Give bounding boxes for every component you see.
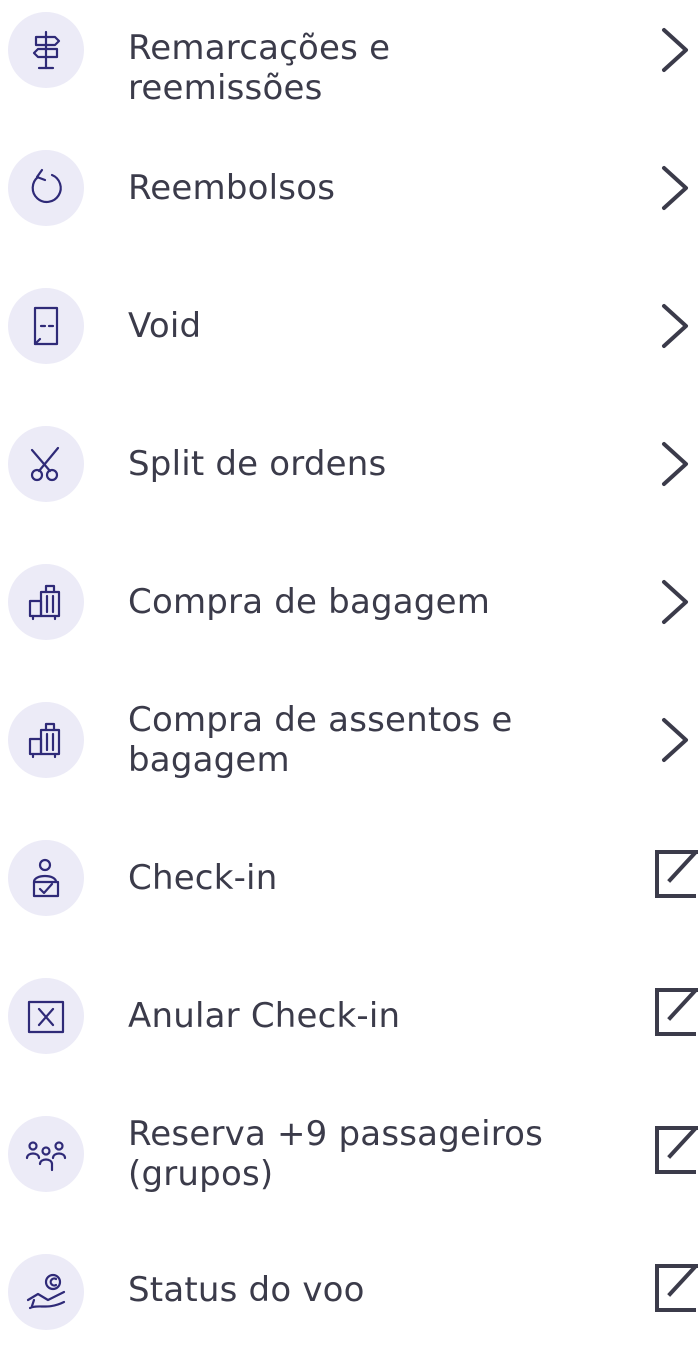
refund-arrow-icon bbox=[8, 150, 84, 226]
menu-item-label: Remarcações e reemissões bbox=[128, 28, 391, 108]
menu-item-compra-assentos-bagagem[interactable]: Compra de assentos e bagagem bbox=[0, 690, 698, 828]
chevron-right-icon bbox=[652, 710, 698, 770]
scissors-icon bbox=[8, 426, 84, 502]
menu-item-label: Void bbox=[128, 306, 202, 346]
menu-item-label: Reserva +9 passageiros (grupos) bbox=[128, 1114, 544, 1194]
menu-item-anular-check-in[interactable]: Anular Check-in bbox=[0, 966, 698, 1104]
chevron-right-icon bbox=[652, 20, 698, 80]
menu-item-void[interactable]: Void bbox=[0, 276, 698, 414]
luggage-icon bbox=[8, 564, 84, 640]
chevron-right-icon bbox=[652, 296, 698, 356]
luggage-icon bbox=[8, 702, 84, 778]
menu-item-label: Anular Check-in bbox=[128, 996, 401, 1036]
flight-status-icon bbox=[8, 1254, 84, 1330]
menu-item-status-voo[interactable]: Status do voo bbox=[0, 1242, 698, 1351]
menu-item-label: Compra de bagagem bbox=[128, 582, 491, 622]
external-link-icon bbox=[652, 980, 698, 1040]
menu-item-reserva-grupos[interactable]: Reserva +9 passageiros (grupos) bbox=[0, 1104, 698, 1242]
menu-item-label: Compra de assentos e bagagem bbox=[128, 700, 513, 780]
menu-item-split-ordens[interactable]: Split de ordens bbox=[0, 414, 698, 552]
void-document-icon bbox=[8, 288, 84, 364]
menu-item-check-in[interactable]: Check-in bbox=[0, 828, 698, 966]
menu-item-reembolsos[interactable]: Reembolsos bbox=[0, 138, 698, 276]
menu-item-label: Status do voo bbox=[128, 1270, 365, 1310]
external-link-icon bbox=[652, 842, 698, 902]
options-menu: Remarcações e reemissões Reembolsos Void… bbox=[0, 0, 698, 1351]
menu-item-label: Reembolsos bbox=[128, 168, 336, 208]
menu-item-label: Check-in bbox=[128, 858, 278, 898]
group-passengers-icon bbox=[8, 1116, 84, 1192]
chevron-right-icon bbox=[652, 572, 698, 632]
chevron-right-icon bbox=[652, 434, 698, 494]
menu-item-compra-bagagem[interactable]: Compra de bagagem bbox=[0, 552, 698, 690]
menu-item-remarcacoes[interactable]: Remarcações e reemissões bbox=[0, 0, 698, 138]
menu-item-label: Split de ordens bbox=[128, 444, 387, 484]
external-link-icon bbox=[652, 1118, 698, 1178]
checkin-person-icon bbox=[8, 840, 84, 916]
chevron-right-icon bbox=[652, 158, 698, 218]
cancel-checkin-icon bbox=[8, 978, 84, 1054]
signpost-icon bbox=[8, 12, 84, 88]
external-link-icon bbox=[652, 1256, 698, 1316]
